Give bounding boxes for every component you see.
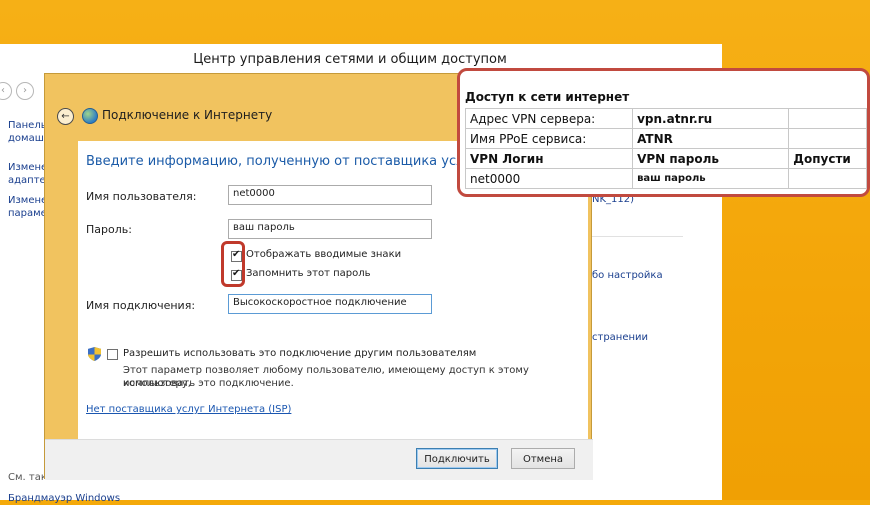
empty-cell (788, 128, 867, 149)
sidebar-link-params[interactable]: Измене (8, 194, 47, 207)
connect-button[interactable]: Подключить (416, 448, 498, 469)
uac-shield-icon (88, 347, 101, 361)
table-row: net0000 ваш пароль (464, 168, 867, 189)
back-arrow-icon[interactable]: ← (57, 108, 74, 125)
table-row: Имя PPoE сервиса: ATNR (464, 128, 867, 149)
forward-nav-icon[interactable]: › (16, 82, 34, 100)
col-login-header: VPN Логин (464, 148, 634, 169)
connection-name-label: Имя подключения: (86, 299, 196, 312)
table-row: VPN Логин VPN пароль Допусти (464, 148, 867, 169)
password-field[interactable]: ваш пароль (228, 219, 432, 239)
empty-cell (788, 168, 867, 189)
share-description-line2: использовать это подключение. (123, 378, 294, 389)
col-access-header: Допусти (788, 148, 867, 169)
username-label: Имя пользователя: (86, 190, 197, 203)
table-row: Адрес VPN сервера: vpn.atnr.ru (464, 108, 867, 129)
vpn-info-callout: Доступ к сети интернет Адрес VPN сервера… (457, 68, 870, 197)
login-value: net0000 (464, 168, 634, 189)
username-field[interactable]: net0000 (228, 185, 432, 205)
sidebar-link-control-panel[interactable]: Панель (8, 119, 47, 132)
password-value: ваш пароль (632, 168, 790, 189)
service-label: Имя PPoE сервиса: (464, 128, 634, 149)
sidebar-link-control-panel-2[interactable]: домаш (8, 132, 44, 145)
empty-cell (788, 108, 867, 129)
cancel-button[interactable]: Отмена (511, 448, 575, 469)
network-center-title: Центр управления сетями и общим доступом (193, 52, 507, 67)
connection-name-field[interactable]: Высокоскоростное подключение (228, 294, 432, 314)
share-connection-checkbox[interactable] (107, 349, 118, 360)
sidebar-link-params-2[interactable]: параме (8, 207, 47, 220)
vpn-server-value: vpn.atnr.ru (632, 108, 790, 129)
dialog-title: Подключение к Интернету (102, 108, 273, 122)
col-password-header: VPN пароль (632, 148, 790, 169)
callout-title: Доступ к сети интернет (465, 90, 630, 104)
back-nav-icon[interactable]: ‹ (0, 82, 12, 100)
troubleshoot-link[interactable]: странении (592, 331, 648, 344)
remember-password-label: Запомнить этот пароль (246, 268, 371, 279)
password-label: Пароль: (86, 223, 132, 236)
firewall-link[interactable]: Брандмауэр Windows (8, 492, 120, 505)
settings-link[interactable]: бо настройка (592, 269, 663, 282)
network-globe-icon (82, 108, 98, 124)
dialog-footer: Подключить Отмена (45, 439, 593, 480)
vpn-server-label: Адрес VPN сервера: (464, 108, 634, 129)
sidebar-link-adapter[interactable]: Измене (8, 161, 47, 174)
share-connection-label: Разрешить использовать это подключение д… (123, 348, 477, 359)
checkbox-highlight (221, 241, 245, 287)
vpn-info-table: Адрес VPN сервера: vpn.atnr.ru Имя PPoE … (464, 108, 867, 189)
show-chars-label: Отображать вводимые знаки (246, 249, 402, 260)
service-value: ATNR (632, 128, 790, 149)
no-isp-link[interactable]: Нет поставщика услуг Интернета (ISP) (86, 404, 291, 415)
